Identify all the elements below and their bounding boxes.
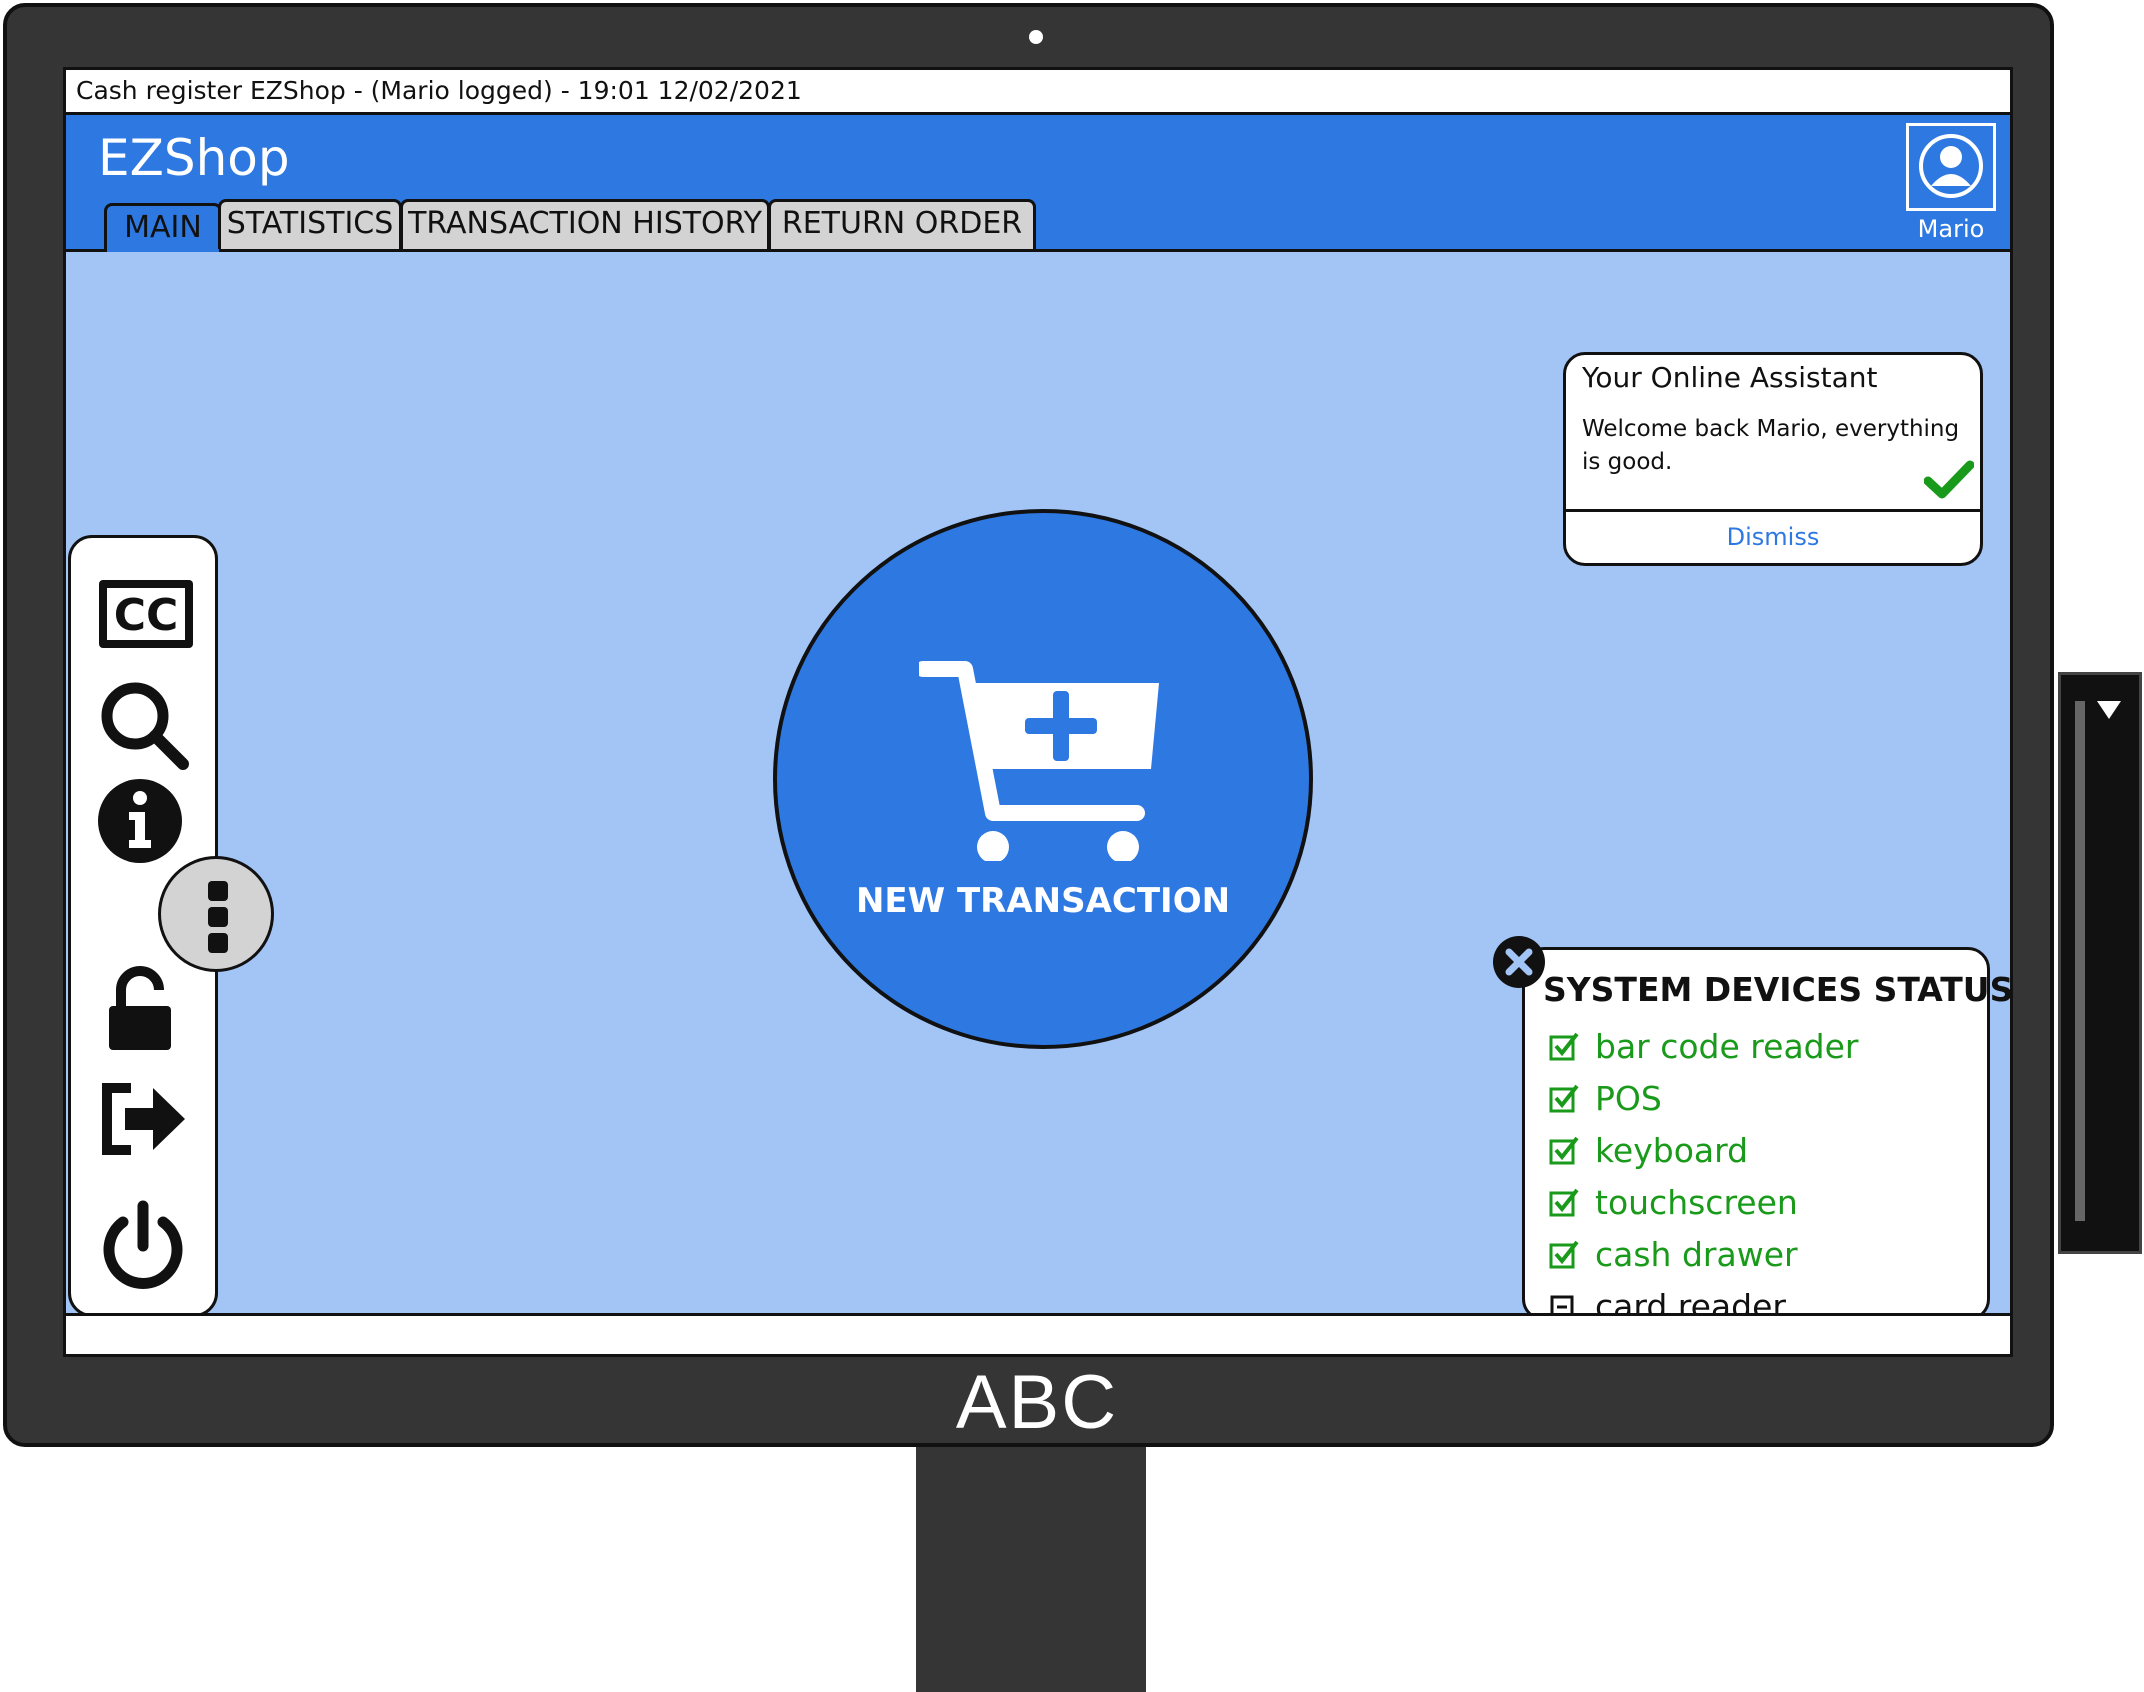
window-title-bar: Cash register EZShop - (Mario logged) - … bbox=[66, 70, 2010, 115]
triangle-down-icon bbox=[2097, 701, 2121, 719]
search-icon[interactable] bbox=[97, 678, 193, 778]
checkmark-icon bbox=[1923, 459, 1975, 503]
checkbox-checked-icon bbox=[1549, 1188, 1579, 1217]
screen: Cash register EZShop - (Mario logged) - … bbox=[63, 67, 2013, 1357]
checkbox-checked-icon bbox=[1549, 1032, 1579, 1061]
dismiss-button[interactable]: Dismiss bbox=[1566, 523, 1980, 551]
user-name: Mario bbox=[1917, 215, 1985, 243]
device-item: touchscreen bbox=[1549, 1176, 1858, 1228]
unlock-icon[interactable] bbox=[107, 966, 173, 1056]
tab-main[interactable]: MAIN bbox=[104, 203, 222, 253]
tab-statistics[interactable]: STATISTICS bbox=[218, 199, 402, 249]
monitor-bezel: Cash register EZShop - (Mario logged) - … bbox=[3, 3, 2054, 1447]
device-item: cash drawer bbox=[1549, 1228, 1858, 1280]
device-item: bar code reader bbox=[1549, 1020, 1858, 1072]
info-icon[interactable] bbox=[97, 778, 183, 868]
side-card-slot bbox=[2058, 672, 2142, 1254]
main-content: CC NEW TRANSACTION Your Online Assistant… bbox=[66, 252, 2010, 1326]
assistant-divider bbox=[1566, 509, 1980, 512]
checkbox-checked-icon bbox=[1549, 1136, 1579, 1165]
new-transaction-button[interactable]: NEW TRANSACTION bbox=[773, 509, 1313, 1049]
online-assistant-panel: Your Online Assistant Welcome back Mario… bbox=[1563, 352, 1983, 566]
svg-text:CC: CC bbox=[114, 590, 179, 641]
logout-icon[interactable] bbox=[97, 1082, 187, 1160]
webcam-dot bbox=[1029, 30, 1043, 44]
slot-bar bbox=[2075, 701, 2085, 1221]
app-header: EZShop MAIN STATISTICS TRANSACTION HISTO… bbox=[66, 115, 2010, 253]
user-menu: Mario bbox=[1906, 123, 1996, 243]
status-bar bbox=[66, 1313, 2010, 1354]
close-icon[interactable] bbox=[1493, 936, 1545, 988]
power-icon[interactable] bbox=[97, 1200, 189, 1296]
tab-return-order[interactable]: RETURN ORDER bbox=[768, 199, 1036, 249]
system-devices-status-panel: SYSTEM DEVICES STATUS bar code reader PO… bbox=[1493, 936, 2010, 1326]
monitor-brand: ABC bbox=[955, 1360, 1119, 1445]
device-list: bar code reader POS keyboard touchscreen bbox=[1549, 1020, 1858, 1332]
tab-transaction-history[interactable]: TRANSACTION HISTORY bbox=[400, 199, 770, 249]
checkbox-checked-icon bbox=[1549, 1084, 1579, 1113]
device-name: keyboard bbox=[1595, 1130, 1749, 1170]
device-name: cash drawer bbox=[1595, 1234, 1798, 1274]
new-transaction-label: NEW TRANSACTION bbox=[855, 881, 1231, 921]
cart-plus-icon bbox=[919, 661, 1159, 861]
device-name: touchscreen bbox=[1595, 1182, 1798, 1222]
devices-title: SYSTEM DEVICES STATUS bbox=[1543, 970, 2013, 1009]
device-item: keyboard bbox=[1549, 1124, 1858, 1176]
checkbox-checked-icon bbox=[1549, 1240, 1579, 1269]
assistant-title: Your Online Assistant bbox=[1582, 361, 1878, 394]
monitor-stand bbox=[916, 1447, 1146, 1692]
device-name: POS bbox=[1595, 1078, 1662, 1118]
more-vertical-icon[interactable] bbox=[158, 856, 274, 972]
device-item: POS bbox=[1549, 1072, 1858, 1124]
closed-captions-icon[interactable]: CC bbox=[97, 578, 195, 654]
user-avatar-icon[interactable] bbox=[1906, 123, 1996, 211]
device-name: bar code reader bbox=[1595, 1026, 1859, 1066]
app-logo: EZShop bbox=[98, 129, 290, 187]
assistant-message: Welcome back Mario, everything is good. bbox=[1582, 416, 1960, 475]
